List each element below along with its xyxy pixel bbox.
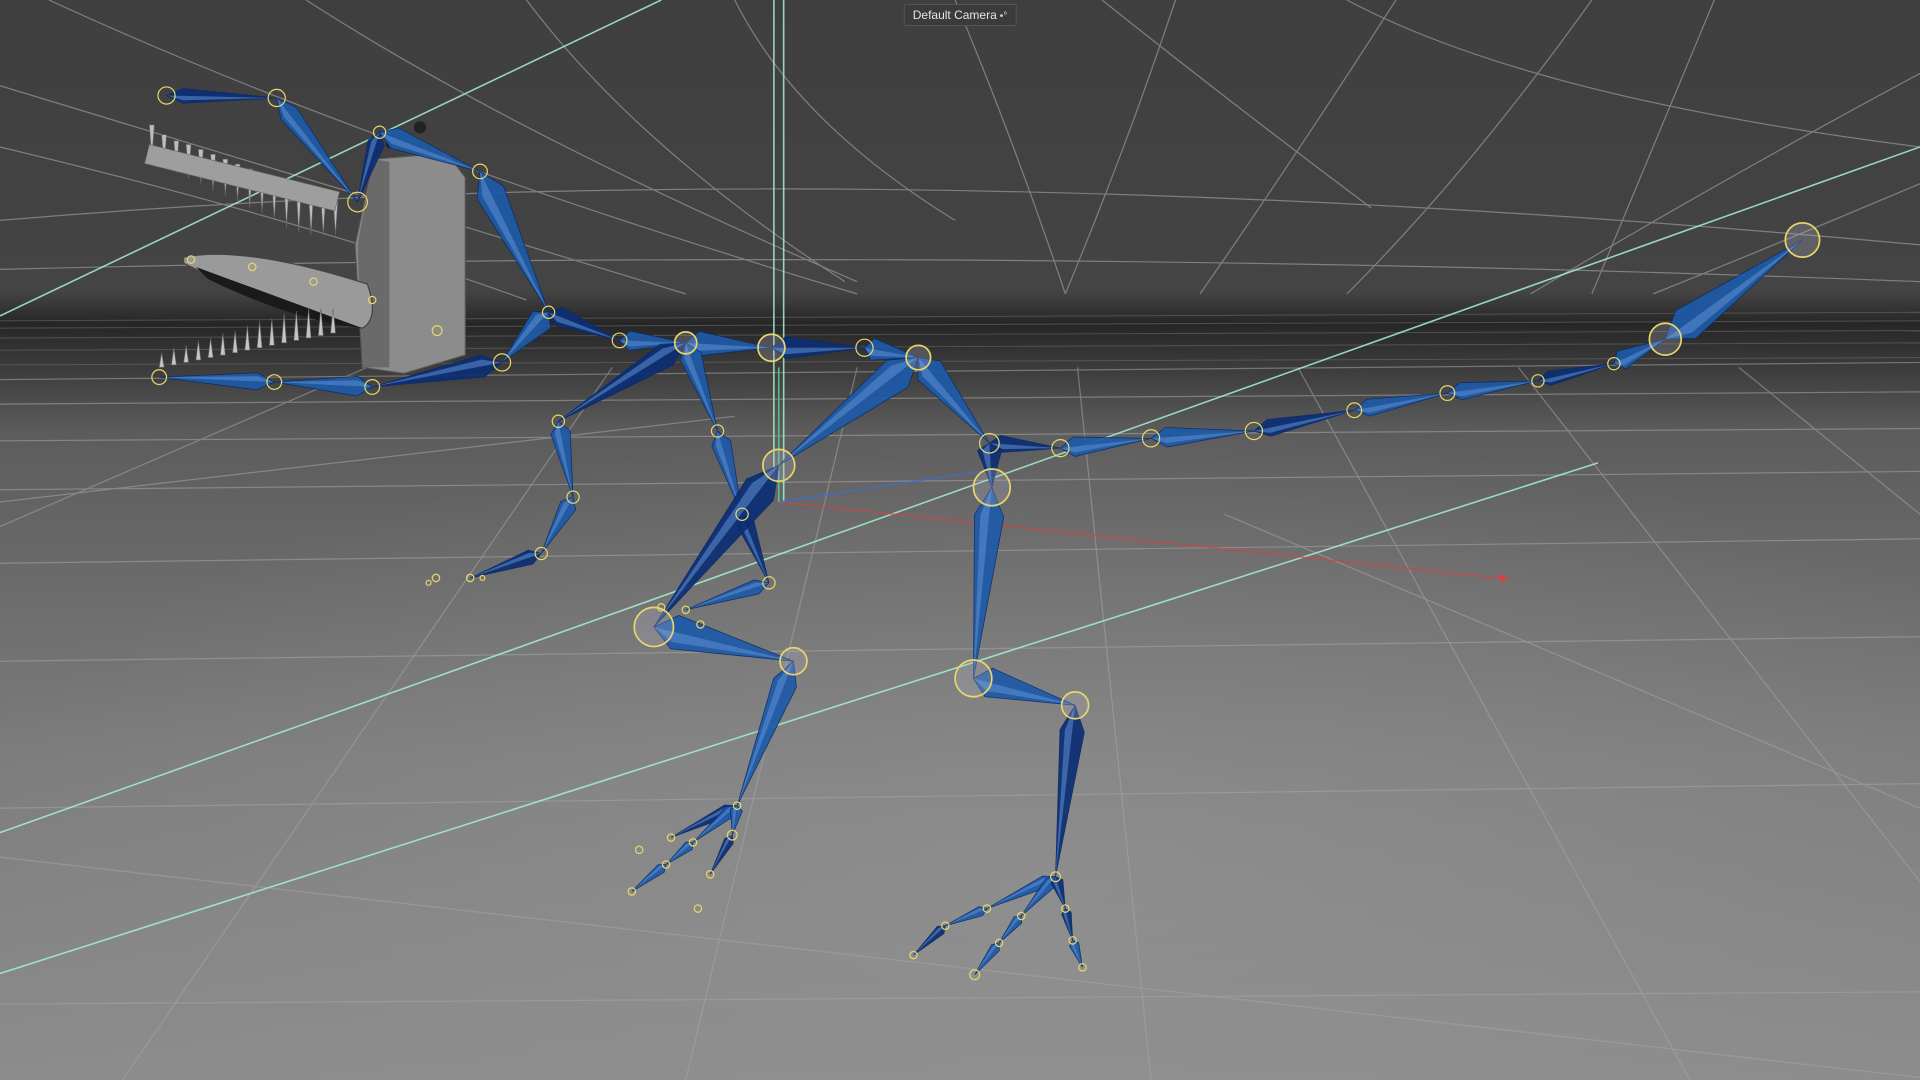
camera-dots-icon: •° [999, 11, 1008, 22]
joint[interactable] [1060, 690, 1090, 720]
joint[interactable] [1648, 322, 1683, 356]
viewport-scene[interactable] [0, 0, 1920, 1080]
camera-label-text: Default Camera [912, 8, 997, 22]
camera-selector[interactable]: Default Camera •° [903, 4, 1017, 26]
floor-glow [0, 306, 1920, 1080]
joint[interactable] [757, 333, 786, 363]
joint[interactable] [1784, 222, 1821, 258]
joint[interactable] [673, 330, 698, 355]
joint[interactable] [905, 344, 932, 371]
joint[interactable] [762, 448, 796, 483]
joint[interactable] [954, 659, 993, 698]
joint[interactable] [779, 646, 808, 676]
3d-viewport[interactable]: Default Camera •° [0, 0, 1920, 1080]
joint[interactable] [972, 468, 1012, 507]
joint[interactable] [633, 606, 675, 648]
